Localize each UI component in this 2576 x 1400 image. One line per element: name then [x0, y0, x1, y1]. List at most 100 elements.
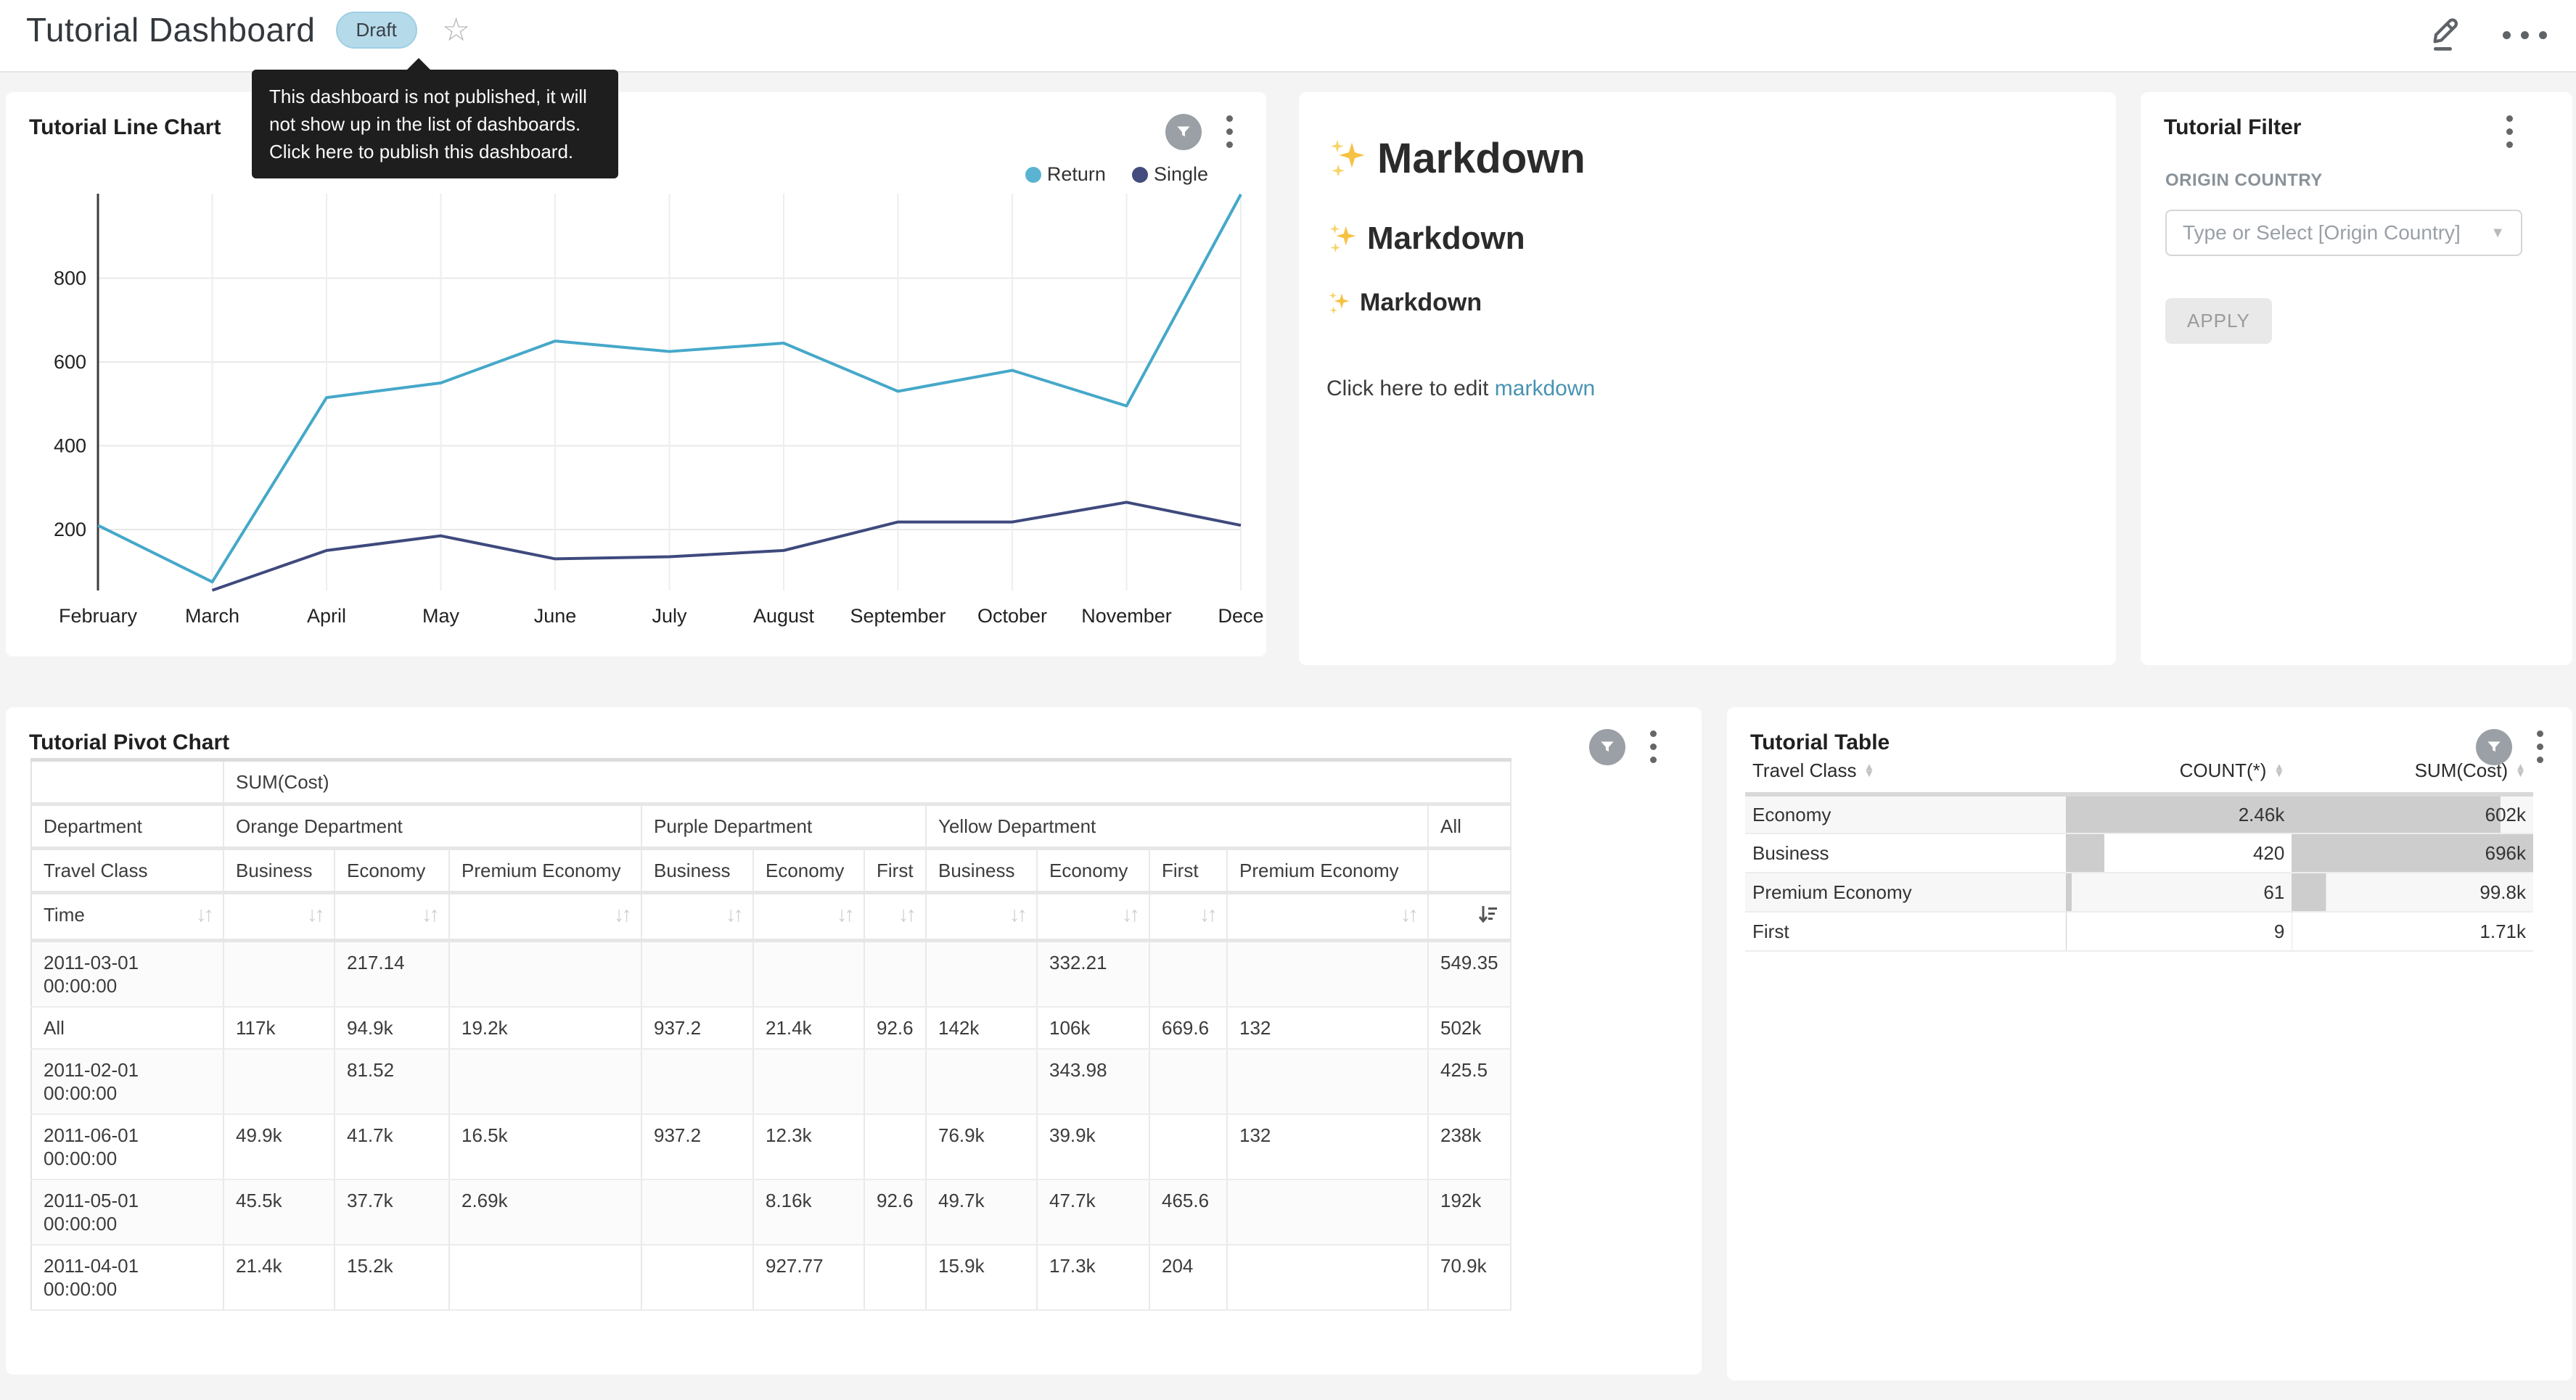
pivot-column-sorter[interactable]: ↓↑ — [1227, 893, 1428, 941]
pivot-cell[interactable]: 142k — [926, 1007, 1037, 1049]
pivot-cell[interactable] — [449, 1245, 641, 1310]
pivot-column-sorter[interactable]: ↓↑ — [449, 893, 641, 941]
pivot-cell[interactable] — [926, 941, 1037, 1008]
origin-country-select[interactable]: Type or Select [Origin Country] ▼ — [2165, 210, 2522, 256]
pivot-dept-header[interactable]: Orange Department — [223, 804, 641, 849]
pivot-column-sorter[interactable] — [1428, 893, 1511, 941]
sort-icon[interactable]: ↓↑ — [196, 903, 211, 926]
more-options-icon[interactable] — [2503, 31, 2547, 39]
pivot-cell[interactable] — [641, 1049, 753, 1114]
favorite-star-icon[interactable]: ☆ — [442, 12, 470, 49]
pivot-cell[interactable]: 132 — [1227, 1007, 1428, 1049]
pivot-class-header[interactable]: Economy — [1037, 849, 1149, 893]
pivot-cell[interactable]: 15.2k — [335, 1245, 449, 1310]
pivot-column-sorter[interactable]: ↓↑ — [335, 893, 449, 941]
pivot-class-header[interactable]: Business — [926, 849, 1037, 893]
pivot-cell[interactable]: 15.9k — [926, 1245, 1037, 1310]
sort-carets-icon[interactable]: ▲▼ — [2273, 765, 2284, 777]
sort-icon[interactable]: ↓↑ — [1009, 903, 1025, 926]
pivot-cell[interactable]: 92.6 — [864, 1179, 926, 1245]
pivot-cell[interactable]: 45.5k — [223, 1179, 335, 1245]
chart-kebab-menu-icon[interactable] — [1647, 728, 1660, 766]
pivot-cell[interactable] — [641, 941, 753, 1008]
table-row[interactable]: Business420696k — [1745, 833, 2533, 873]
pivot-cell[interactable]: 549.35 — [1428, 941, 1511, 1008]
pivot-cell[interactable]: 117k — [223, 1007, 335, 1049]
pivot-cell[interactable]: 2.69k — [449, 1179, 641, 1245]
pivot-class-header[interactable]: Economy — [335, 849, 449, 893]
pivot-class-header[interactable] — [1428, 849, 1511, 893]
pivot-cell[interactable] — [1149, 1049, 1227, 1114]
pivot-class-header[interactable]: First — [864, 849, 926, 893]
pivot-column-sorter[interactable]: ↓↑ — [223, 893, 335, 941]
pivot-class-header[interactable]: Business — [223, 849, 335, 893]
sort-icon[interactable]: ↓↑ — [837, 903, 852, 926]
pivot-cell[interactable]: 238k — [1428, 1114, 1511, 1179]
pivot-cell[interactable] — [753, 1049, 864, 1114]
pivot-cell[interactable] — [1149, 1114, 1227, 1179]
pivot-class-header[interactable]: First — [1149, 849, 1227, 893]
sort-icon[interactable]: ↓↑ — [422, 903, 437, 926]
pivot-cell[interactable]: 204 — [1149, 1245, 1227, 1310]
pivot-cell[interactable]: 17.3k — [1037, 1245, 1149, 1310]
pivot-cell[interactable]: 39.9k — [1037, 1114, 1149, 1179]
pivot-cell[interactable] — [1227, 1179, 1428, 1245]
pivot-cell[interactable]: 12.3k — [753, 1114, 864, 1179]
table-row[interactable]: First91.71k — [1745, 912, 2533, 951]
sort-icon[interactable]: ↓↑ — [614, 903, 629, 926]
pivot-cell[interactable] — [864, 1049, 926, 1114]
pivot-cell[interactable] — [1227, 1049, 1428, 1114]
pivot-cell[interactable]: 92.6 — [864, 1007, 926, 1049]
pivot-cell[interactable] — [926, 1049, 1037, 1114]
pivot-cell[interactable]: 465.6 — [1149, 1179, 1227, 1245]
pivot-column-sorter[interactable]: ↓↑ — [1037, 893, 1149, 941]
sort-icon[interactable]: ↓↑ — [307, 903, 322, 926]
pivot-cell[interactable]: 16.5k — [449, 1114, 641, 1179]
pivot-cell[interactable]: 81.52 — [335, 1049, 449, 1114]
pivot-column-sorter[interactable]: ↓↑ — [753, 893, 864, 941]
pivot-cell[interactable]: 37.7k — [335, 1179, 449, 1245]
sort-carets-icon[interactable]: ▲▼ — [1864, 765, 1875, 777]
pivot-cell[interactable] — [223, 1049, 335, 1114]
pivot-cell[interactable]: 49.7k — [926, 1179, 1037, 1245]
pivot-cell[interactable] — [641, 1179, 753, 1245]
pivot-cell[interactable] — [864, 1245, 926, 1310]
sort-desc-active-icon[interactable] — [1477, 903, 1498, 925]
pivot-cell[interactable]: 8.16k — [753, 1179, 864, 1245]
pivot-cell[interactable]: 937.2 — [641, 1114, 753, 1179]
pivot-cell[interactable]: 21.4k — [223, 1245, 335, 1310]
pivot-cell[interactable]: 192k — [1428, 1179, 1511, 1245]
filter-kebab-menu-icon[interactable] — [2503, 112, 2516, 151]
pivot-cell[interactable] — [753, 941, 864, 1008]
pivot-column-sorter[interactable]: ↓↑ — [641, 893, 753, 941]
pivot-cell[interactable] — [641, 1245, 753, 1310]
pivot-cell[interactable]: 41.7k — [335, 1114, 449, 1179]
pivot-cell[interactable] — [223, 941, 335, 1008]
pivot-time-header[interactable]: Time↓↑ — [31, 893, 223, 941]
pivot-cell[interactable]: 49.9k — [223, 1114, 335, 1179]
pivot-column-sorter[interactable]: ↓↑ — [1149, 893, 1227, 941]
table-column-header[interactable]: COUNT(*)▲▼ — [2066, 749, 2292, 794]
pivot-column-sorter[interactable]: ↓↑ — [864, 893, 926, 941]
sort-icon[interactable]: ↓↑ — [726, 903, 741, 926]
pivot-class-header[interactable]: Premium Economy — [449, 849, 641, 893]
pivot-dept-header[interactable]: Yellow Department — [926, 804, 1428, 849]
pivot-column-sorter[interactable]: ↓↑ — [926, 893, 1037, 941]
pivot-cell[interactable]: 47.7k — [1037, 1179, 1149, 1245]
pivot-cell[interactable] — [449, 1049, 641, 1114]
edit-pencil-icon[interactable] — [2426, 13, 2462, 57]
pivot-cell[interactable] — [1149, 941, 1227, 1008]
pivot-cell[interactable]: 937.2 — [641, 1007, 753, 1049]
markdown-edit-link[interactable]: markdown — [1495, 376, 1595, 400]
pivot-cell[interactable]: 70.9k — [1428, 1245, 1511, 1310]
pivot-cell[interactable]: 332.21 — [1037, 941, 1149, 1008]
pivot-cell[interactable] — [864, 941, 926, 1008]
pivot-cell[interactable]: 669.6 — [1149, 1007, 1227, 1049]
pivot-cell[interactable] — [449, 941, 641, 1008]
table-row[interactable]: Premium Economy6199.8k — [1745, 873, 2533, 912]
table-row[interactable]: Economy2.46k602k — [1745, 794, 2533, 833]
pivot-cell[interactable]: 132 — [1227, 1114, 1428, 1179]
pivot-cell[interactable]: 94.9k — [335, 1007, 449, 1049]
pivot-cell[interactable]: 19.2k — [449, 1007, 641, 1049]
chart-kebab-menu-icon[interactable] — [2534, 728, 2546, 766]
